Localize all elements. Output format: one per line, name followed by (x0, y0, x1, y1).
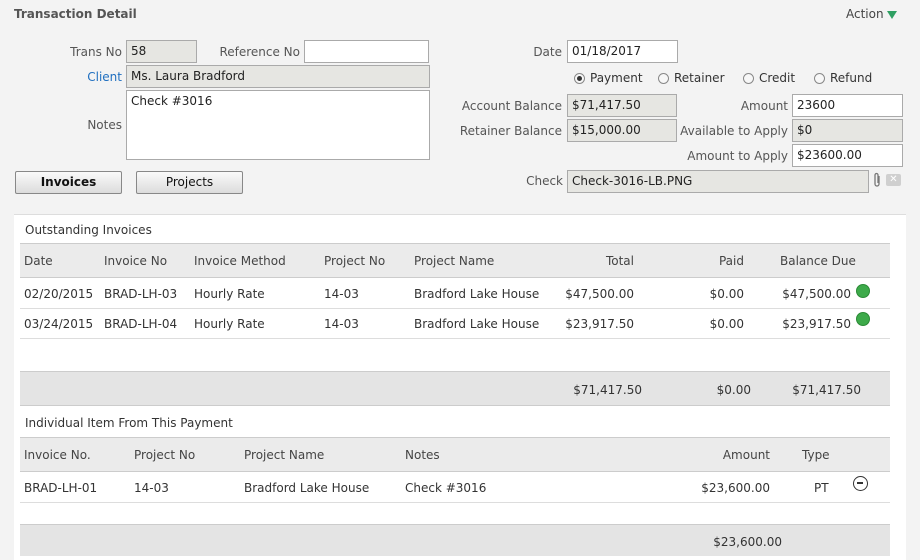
radio-label: Payment (590, 71, 643, 85)
radio-credit[interactable]: Credit (743, 71, 795, 85)
dropdown-triangle-icon[interactable] (887, 11, 897, 19)
trans-no-label: Trans No (70, 45, 122, 59)
cell-date: 02/20/2015 (24, 287, 94, 301)
items-title: Individual Item From This Payment (25, 416, 233, 430)
col-type: Type (802, 448, 830, 462)
cell-project-no: 14-03 (134, 481, 169, 495)
cell-project-no: 14-03 (324, 287, 359, 301)
col-project-no: Project No (134, 448, 196, 462)
paperclip-icon[interactable] (871, 172, 883, 188)
cell-balance-due: $47,500.00 (782, 287, 851, 301)
col-project-no: Project No (324, 254, 386, 268)
items-totals: $23,600.00 (20, 524, 890, 556)
cell-invoice-no: BRAD-LH-04 (104, 317, 178, 331)
minus-circle-icon[interactable] (853, 476, 868, 491)
amount-to-apply-input[interactable]: $23600.00 (792, 144, 903, 167)
page-title: Transaction Detail (14, 7, 137, 21)
cell-notes: Check #3016 (405, 481, 487, 495)
radio-label: Refund (830, 71, 873, 85)
cell-paid: $0.00 (709, 287, 744, 301)
reference-no-label: Reference No (219, 45, 300, 59)
amount-label: Amount (740, 99, 788, 113)
table-row[interactable]: 03/24/2015 BRAD-LH-04 Hourly Rate 14-03 … (20, 308, 890, 339)
notes-textarea[interactable]: Check #3016 (126, 90, 430, 160)
col-date: Date (24, 254, 53, 268)
projects-button[interactable]: Projects (136, 171, 243, 194)
cell-total: $47,500.00 (565, 287, 634, 301)
radio-retainer[interactable]: Retainer (658, 71, 725, 85)
total-total: $71,417.50 (573, 383, 642, 397)
cell-invoice-method: Hourly Rate (194, 317, 265, 331)
client-link[interactable]: Client (60, 70, 122, 84)
radio-dot-icon[interactable] (574, 72, 585, 84)
cell-project-name: Bradford Lake House (244, 481, 370, 495)
outstanding-title: Outstanding Invoices (25, 223, 152, 237)
trans-no-field: 58 (126, 40, 197, 63)
reference-no-input[interactable] (304, 40, 429, 63)
col-notes: Notes (405, 448, 440, 462)
table-row[interactable]: BRAD-LH-01 14-03 Bradford Lake House Che… (20, 472, 890, 503)
total-balance: $71,417.50 (792, 383, 861, 397)
amount-input[interactable]: 23600 (792, 94, 903, 117)
cell-date: 03/24/2015 (24, 317, 94, 331)
cell-invoice-no: BRAD-LH-03 (104, 287, 178, 301)
items-total-amount: $23,600.00 (713, 535, 782, 549)
retainer-balance-label: Retainer Balance (459, 124, 562, 138)
items-header: Invoice No. Project No Project Name Note… (20, 437, 890, 472)
col-project-name: Project Name (414, 254, 495, 268)
radio-label: Retainer (674, 71, 725, 85)
date-label: Date (533, 45, 562, 59)
available-label: Available to Apply (680, 124, 788, 138)
cell-total: $23,917.50 (565, 317, 634, 331)
check-label: Check (526, 174, 563, 188)
cell-amount: $23,600.00 (701, 481, 770, 495)
date-input[interactable]: 01/18/2017 (567, 40, 678, 63)
table-row[interactable]: 02/20/2015 BRAD-LH-03 Hourly Rate 14-03 … (20, 278, 890, 309)
radio-refund[interactable]: Refund (814, 71, 872, 85)
radio-label: Credit (759, 71, 796, 85)
cell-balance-due: $23,917.50 (782, 317, 851, 331)
cell-invoice-method: Hourly Rate (194, 287, 265, 301)
account-balance-field: $71,417.50 (567, 94, 677, 117)
available-field: $0 (792, 119, 903, 142)
action-menu[interactable]: Action (846, 7, 884, 21)
cell-paid: $0.00 (709, 317, 744, 331)
cell-project-name: Bradford Lake House (414, 287, 540, 301)
check-file-field: Check-3016-LB.PNG (567, 170, 869, 193)
outstanding-totals: $71,417.50 $0.00 $71,417.50 (20, 371, 890, 406)
col-invoice-no: Invoice No. (24, 448, 91, 462)
cell-type: PT (814, 481, 829, 495)
radio-dot-icon[interactable] (814, 72, 825, 84)
col-balance-due: Balance Due (780, 254, 856, 268)
retainer-balance-field: $15,000.00 (567, 119, 677, 142)
col-invoice-no: Invoice No (104, 254, 168, 268)
amount-to-apply-label: Amount to Apply (687, 149, 788, 163)
total-paid: $0.00 (716, 383, 751, 397)
col-amount: Amount (722, 448, 770, 462)
radio-dot-icon[interactable] (658, 72, 669, 84)
cell-project-name: Bradford Lake House (414, 317, 540, 331)
col-invoice-method: Invoice Method (194, 254, 286, 268)
col-project-name: Project Name (244, 448, 325, 462)
invoices-button[interactable]: Invoices (15, 171, 122, 194)
radio-payment[interactable]: Payment (574, 71, 643, 85)
col-total: Total (605, 254, 634, 268)
client-field: Ms. Laura Bradford (126, 65, 430, 88)
check-circle-icon[interactable] (856, 284, 870, 298)
col-paid: Paid (718, 254, 744, 268)
close-icon[interactable]: ✕ (886, 174, 901, 186)
check-circle-icon[interactable] (856, 312, 870, 326)
account-balance-label: Account Balance (461, 99, 562, 113)
outstanding-header: Date Invoice No Invoice Method Project N… (20, 243, 890, 278)
cell-invoice-no: BRAD-LH-01 (24, 481, 98, 495)
notes-label: Notes (87, 118, 122, 132)
radio-dot-icon[interactable] (743, 72, 754, 84)
minus-bar (857, 482, 863, 484)
cell-project-no: 14-03 (324, 317, 359, 331)
